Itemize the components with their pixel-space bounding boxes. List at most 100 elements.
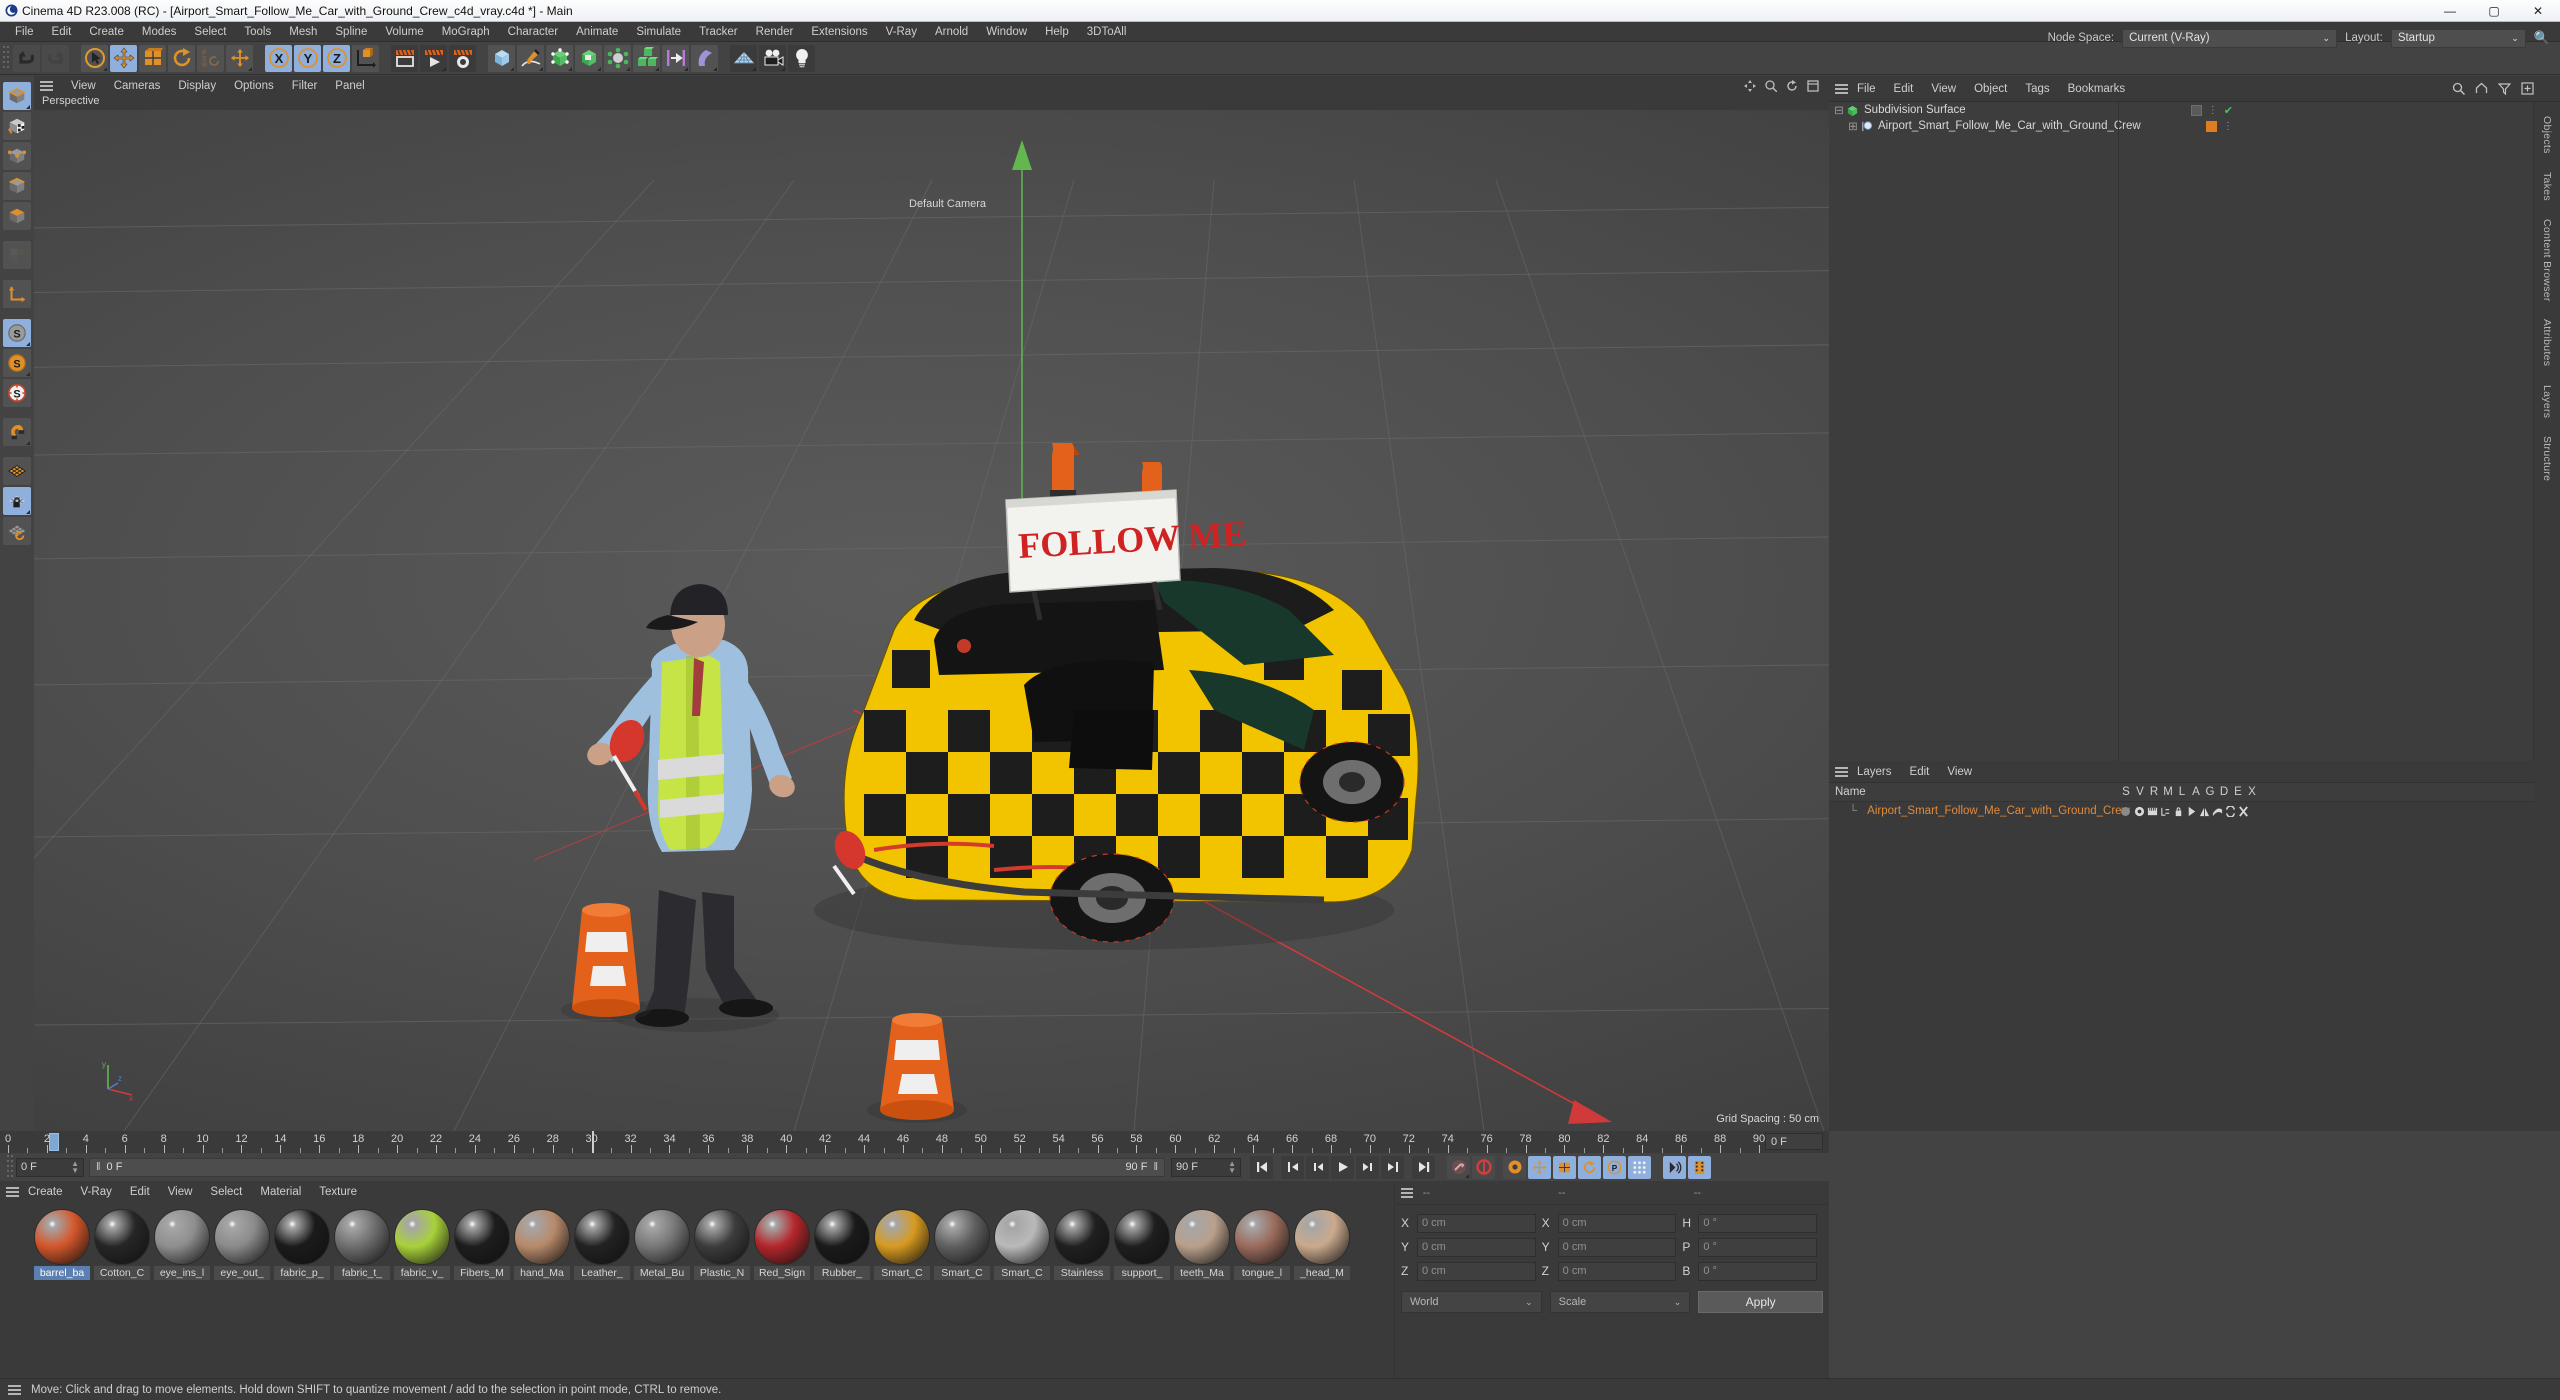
om-menu-edit[interactable]: Edit — [1885, 83, 1923, 95]
move-tool[interactable] — [110, 44, 137, 72]
layer-manager-icon[interactable] — [2160, 806, 2171, 817]
material-item[interactable]: hand_Ma — [514, 1209, 570, 1280]
object-manager-hamburger-icon[interactable] — [1835, 82, 1848, 96]
rotate-view-icon[interactable] — [1786, 79, 1798, 92]
material-sphere-preview[interactable] — [154, 1209, 210, 1265]
material-item[interactable]: Metal_Bu — [634, 1209, 690, 1280]
parameter-key-button[interactable]: P — [1603, 1155, 1626, 1179]
add-field-button[interactable] — [662, 44, 689, 72]
status-hamburger-icon[interactable] — [8, 1383, 21, 1397]
material-item[interactable]: fabric_t_ — [334, 1209, 390, 1280]
menu-modes[interactable]: Modes — [133, 22, 186, 42]
side-tab-takes[interactable]: Takes — [2541, 172, 2553, 201]
layer-animation-icon[interactable] — [2186, 806, 2197, 817]
lock-x-axis-button[interactable]: X — [265, 44, 292, 72]
menu-v-ray[interactable]: V-Ray — [877, 22, 926, 42]
autokey-button[interactable] — [1447, 1155, 1470, 1179]
step-forward-button[interactable] — [1356, 1155, 1379, 1179]
position-z-input[interactable]: 0 cm — [1417, 1261, 1536, 1281]
material-name-label[interactable]: Plastic_N — [694, 1266, 750, 1280]
viewport-menu-filter[interactable]: Filter — [283, 80, 327, 92]
viewport-menu-cameras[interactable]: Cameras — [105, 80, 170, 92]
scale-key-button[interactable] — [1553, 1155, 1576, 1179]
add-cube-button[interactable] — [488, 44, 515, 72]
material-menu-edit[interactable]: Edit — [121, 1186, 159, 1198]
node-space-select[interactable]: Current (V-Ray) ⌄ — [2122, 28, 2338, 48]
current-frame-field[interactable]: 0 F ▲ ▼ — [16, 1157, 84, 1177]
size-mode-select[interactable]: Scale ⌄ — [1549, 1291, 1691, 1313]
layer-expressions-icon[interactable] — [2225, 805, 2236, 817]
material-item[interactable]: teeth_Ma — [1174, 1209, 1230, 1280]
lock-y-axis-button[interactable]: Y — [294, 44, 321, 72]
material-sphere-preview[interactable] — [634, 1209, 690, 1265]
search-icon[interactable] — [2452, 82, 2465, 95]
record-active-objects-button[interactable] — [1472, 1155, 1495, 1179]
material-name-label[interactable]: Red_Sign — [754, 1266, 810, 1280]
checkmark-icon[interactable]: ✔ — [2224, 104, 2233, 117]
animation-mode-button[interactable] — [1663, 1155, 1686, 1179]
layers-menu-layers[interactable]: Layers — [1848, 766, 1901, 778]
material-sphere-preview[interactable] — [934, 1209, 990, 1265]
menu-window[interactable]: Window — [977, 22, 1036, 42]
rotation-h-input[interactable]: 0 ° — [1698, 1213, 1818, 1233]
side-tab-structure[interactable]: Structure — [2541, 436, 2553, 481]
object-manager-tree[interactable]: ⊟ Subdivision Surface ⋮ ✔ ⊞ Airport_Smar… — [1829, 102, 2534, 761]
model-mode[interactable] — [3, 82, 31, 110]
material-menu-material[interactable]: Material — [251, 1186, 310, 1198]
material-menu-create[interactable]: Create — [19, 1186, 72, 1198]
material-item[interactable]: Fibers_M — [454, 1209, 510, 1280]
render-view-button[interactable] — [391, 44, 418, 72]
magnet-tool[interactable] — [3, 418, 31, 446]
material-sphere-preview[interactable] — [754, 1209, 810, 1265]
material-name-label[interactable]: eye_out_ — [214, 1266, 270, 1280]
add-spline-button[interactable] — [517, 44, 544, 72]
layer-solo-icon[interactable] — [2121, 806, 2130, 816]
material-item[interactable]: Leather_ — [574, 1209, 630, 1280]
menu-edit[interactable]: Edit — [43, 22, 81, 42]
psr-tool[interactable]: PSR — [197, 44, 224, 72]
points-mode[interactable] — [3, 142, 31, 170]
menu-animate[interactable]: Animate — [567, 22, 627, 42]
layers-hamburger-icon[interactable] — [1835, 765, 1848, 779]
material-item[interactable]: Plastic_N — [694, 1209, 750, 1280]
render-to-picture-viewer-button[interactable] — [420, 44, 447, 72]
minimize-button[interactable]: — — [2428, 0, 2472, 22]
material-item[interactable]: Cotton_C — [94, 1209, 150, 1280]
rotation-key-button[interactable] — [1578, 1155, 1601, 1179]
object-row-airport-car[interactable]: ⊞ Airport_Smart_Follow_Me_Car_with_Groun… — [1829, 118, 2533, 134]
move-duplicate-tool[interactable] — [226, 44, 253, 72]
material-sphere-preview[interactable] — [994, 1209, 1050, 1265]
texture-mode[interactable] — [3, 112, 31, 140]
range-handle-icon[interactable]: ‖ — [1153, 1161, 1158, 1173]
size-y-input[interactable]: 0 cm — [1557, 1237, 1677, 1257]
material-name-label[interactable]: Rubber_ — [814, 1266, 870, 1280]
menu-create[interactable]: Create — [80, 22, 133, 42]
go-to-start-button[interactable] — [1250, 1155, 1273, 1179]
material-name-label[interactable]: Cotton_C — [94, 1266, 150, 1280]
material-item[interactable]: barrel_ba — [34, 1209, 90, 1280]
add-array-object-button[interactable] — [575, 44, 602, 72]
home-icon[interactable] — [2475, 82, 2488, 95]
material-name-label[interactable]: fabric_p_ — [274, 1266, 330, 1280]
material-menu-vray[interactable]: V-Ray — [72, 1186, 121, 1198]
spinner-icon[interactable]: ▲ ▼ — [71, 1160, 79, 1175]
menu-file[interactable]: File — [6, 22, 43, 42]
coordinate-system-select[interactable]: World ⌄ — [1401, 1291, 1542, 1313]
material-name-label[interactable]: Fibers_M — [454, 1266, 510, 1280]
om-menu-object[interactable]: Object — [1965, 83, 2016, 95]
viewport-menu-hamburger-icon[interactable] — [40, 79, 53, 93]
go-to-end-button[interactable] — [1412, 1155, 1435, 1179]
material-sphere-preview[interactable] — [1294, 1209, 1350, 1265]
side-tab-attributes[interactable]: Attributes — [2541, 319, 2553, 366]
material-item[interactable]: Stainless — [1054, 1209, 1110, 1280]
add-icon[interactable] — [2521, 82, 2534, 95]
rotation-p-input[interactable]: 0 ° — [1698, 1237, 1818, 1257]
previous-key-button[interactable] — [1281, 1155, 1304, 1179]
uv-mode[interactable] — [3, 241, 31, 269]
polygons-mode[interactable] — [3, 202, 31, 230]
layer-render-icon[interactable] — [2147, 806, 2158, 817]
layers-menu-edit[interactable]: Edit — [1901, 766, 1939, 778]
layer-visible-icon[interactable] — [2134, 806, 2145, 817]
material-item[interactable]: Smart_C — [994, 1209, 1050, 1280]
material-name-label[interactable]: Smart_C — [874, 1266, 930, 1280]
